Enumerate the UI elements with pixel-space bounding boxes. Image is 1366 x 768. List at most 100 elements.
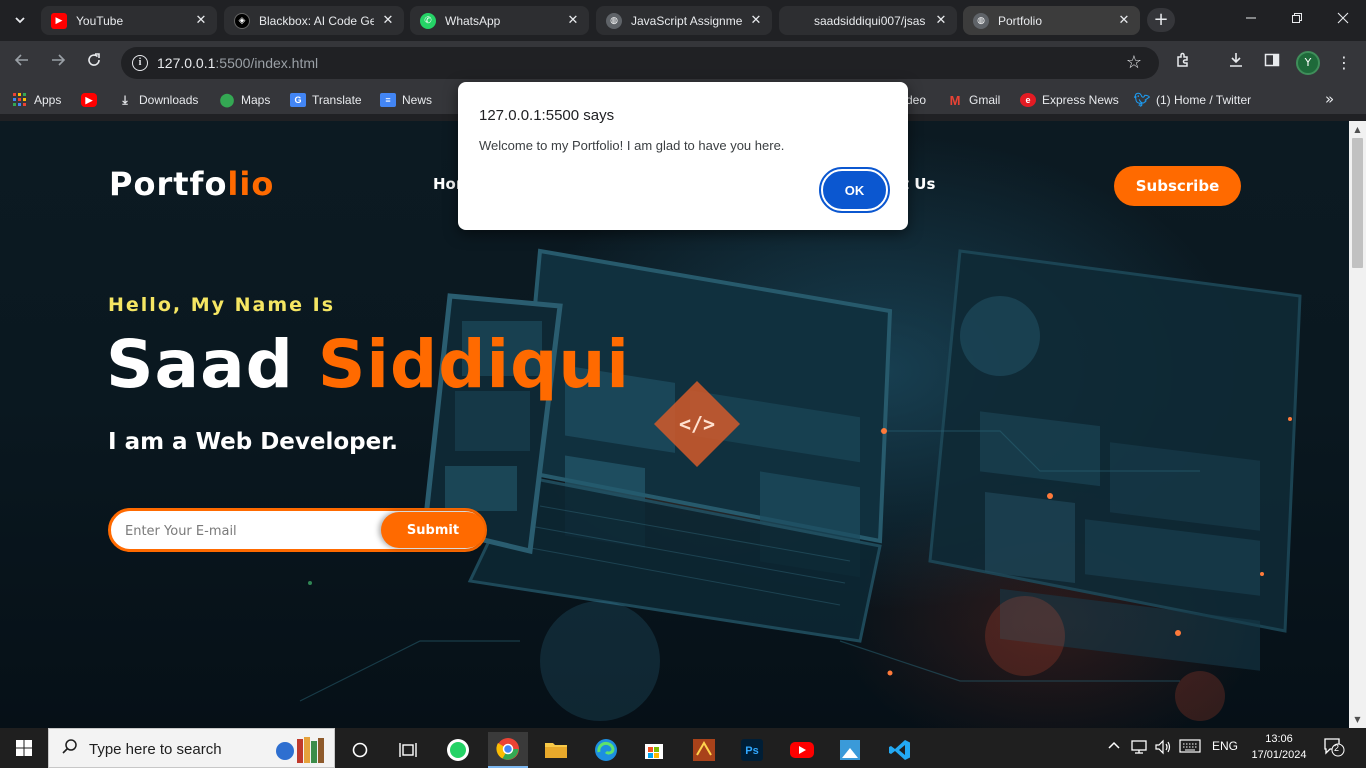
bookmark-maps[interactable]: ⬤ Maps [219,91,271,109]
taskbar-app-vscode[interactable] [880,732,920,768]
bookmark-label: Apps [34,93,62,107]
bookmark-express-news[interactable]: e Express News [1020,91,1119,109]
bookmark-twitter[interactable]: 🐦︎ (1) Home / Twitter [1134,91,1251,109]
minimize-button[interactable] [1228,0,1274,41]
submit-button[interactable]: Submit [381,512,485,548]
taskbar-app-youtube[interactable] [782,732,822,768]
scrollbar-thumb[interactable] [1352,138,1363,268]
cortana-circle-icon [352,742,368,758]
tab-javascript-assignment[interactable]: ◍ JavaScript Assignmen ✕ [596,6,772,35]
close-icon[interactable]: ✕ [193,13,209,29]
bookmark-downloads[interactable]: ⤓ Downloads [117,91,198,109]
close-icon[interactable]: ✕ [1116,13,1132,29]
reload-button[interactable] [80,49,108,77]
tab-portfolio[interactable]: ◍ Portfolio ✕ [963,6,1140,35]
profile-avatar[interactable]: Y [1296,51,1320,75]
cortana-button[interactable] [340,732,380,768]
search-highlight-illustration-icon [276,737,324,763]
taskbar-app-paint[interactable] [830,732,870,768]
apps-grid-icon [13,93,26,106]
network-icon[interactable] [1130,739,1148,758]
start-button[interactable] [0,728,48,768]
page-scrollbar[interactable]: ▲ ▼ [1349,121,1366,728]
close-icon[interactable]: ✕ [748,13,764,29]
menu-kebab-icon[interactable]: ⋮ [1332,51,1356,75]
bookmark-gmail[interactable]: M Gmail [947,91,1001,109]
taskbar-app-file-explorer[interactable] [536,732,576,768]
tab-github-repo[interactable]: saadsiddiqui007/jsas ✕ [779,6,957,35]
email-input[interactable] [125,521,365,541]
url-text[interactable]: 127.0.0.1:5500/index.html [157,55,318,71]
taskbar-app-store[interactable] [634,732,674,768]
task-view-button[interactable] [388,732,428,768]
close-window-button[interactable] [1320,0,1366,41]
keyboard-icon[interactable] [1179,739,1201,756]
logo-main-text: Portfo [109,165,228,203]
close-icon[interactable]: ✕ [933,13,949,29]
bookmark-label: (1) Home / Twitter [1156,93,1252,107]
back-button[interactable] [8,49,36,77]
loading-icon [789,13,805,29]
new-tab-button[interactable]: + [1147,8,1175,32]
tab-whatsapp[interactable]: ✆ WhatsApp ✕ [410,6,589,35]
arrow-left-icon [14,54,28,66]
address-bar[interactable]: i 127.0.0.1:5500/index.html ☆ [121,47,1159,79]
close-icon[interactable]: ✕ [380,13,396,29]
taskbar-app-inpage[interactable] [684,732,724,768]
taskbar-app-chrome[interactable] [488,732,528,768]
bookmark-label: Downloads [139,93,199,107]
bookmark-translate[interactable]: G Translate [290,91,362,109]
taskbar-app-whatsapp[interactable] [438,732,478,768]
reload-icon [88,53,100,66]
scroll-up-icon[interactable]: ▲ [1349,121,1366,138]
dialog-title: 127.0.0.1:5500 says [479,107,615,124]
input-language[interactable]: ENG [1212,739,1238,753]
notification-center-button[interactable]: 2 [1323,737,1345,760]
notification-count: 2 [1334,743,1340,753]
ok-button[interactable]: OK [819,167,890,213]
hero-name: Saad Siddiqui [106,326,630,403]
bookmark-apps[interactable]: Apps [12,91,61,109]
bookmark-youtube[interactable]: ▶ [81,91,103,109]
hero-role: I am a Web Developer. [108,429,399,455]
tab-search-button[interactable] [6,7,34,33]
taskbar-clock[interactable]: 13:06 17/01/2024 [1246,731,1312,763]
file-explorer-icon [545,743,567,758]
globe-icon: ◍ [973,12,989,29]
alert-dialog: 127.0.0.1:5500 says Welcome to my Portfo… [458,82,908,230]
twitter-icon: 🐦︎ [1133,92,1151,107]
tray-chevron-up-icon[interactable] [1107,739,1121,756]
scroll-down-icon[interactable]: ▼ [1349,711,1366,728]
download-icon[interactable] [1224,51,1248,75]
taskbar-app-photoshop[interactable]: Ps [732,732,772,768]
bookmarks-overflow-icon[interactable]: » [1325,90,1334,108]
tab-youtube[interactable]: ▶ YouTube ✕ [41,6,217,35]
tab-title: Portfolio [998,13,1043,28]
first-name: Saad [106,326,294,403]
bookmark-news[interactable]: ≡ News [380,91,432,109]
bookmark-star-icon[interactable]: ☆ [1126,52,1142,73]
site-logo[interactable]: Portfolio [109,165,274,203]
site-info-icon[interactable]: i [132,55,148,71]
subscribe-button[interactable]: Subscribe [1114,166,1241,206]
volume-icon[interactable] [1154,739,1172,758]
restore-icon [1292,13,1302,23]
taskbar-app-edge[interactable] [586,732,626,768]
taskbar-search[interactable]: Type here to search [48,728,335,768]
windows-logo-icon [16,740,32,756]
bookmark-video[interactable]: deo [906,91,926,109]
youtube-icon: ▶ [81,93,97,107]
whatsapp-icon [447,739,469,761]
paint-icon [840,740,860,760]
restore-button[interactable] [1274,0,1320,41]
forward-button[interactable] [44,49,72,77]
close-icon[interactable]: ✕ [565,13,581,29]
logo-accent-text: lio [227,165,275,203]
bookmark-label: Maps [241,93,271,107]
tab-blackbox[interactable]: ◈ Blackbox: AI Code Ge ✕ [224,6,404,35]
hero-greeting: Hello, My Name Is [108,294,336,316]
side-panel-icon[interactable] [1260,51,1284,75]
extensions-icon[interactable] [1171,51,1195,75]
inpage-icon [693,739,715,761]
svg-text:</>: </> [679,412,715,436]
